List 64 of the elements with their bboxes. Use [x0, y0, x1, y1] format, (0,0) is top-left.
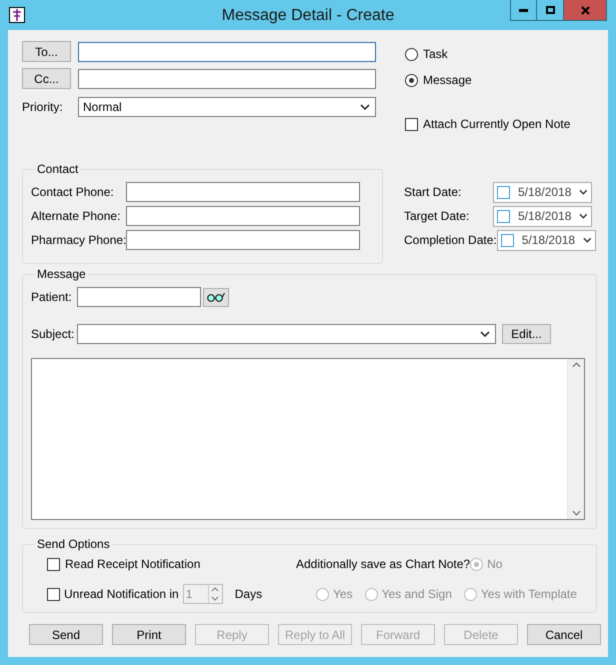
date-value: 5/18/2018: [518, 209, 572, 223]
priority-label: Priority:: [22, 100, 64, 114]
close-button[interactable]: [564, 0, 607, 21]
chart-note-question: Additionally save as Chart Note?: [296, 557, 470, 571]
chart-note-option-label: Yes with Template: [480, 587, 577, 601]
date-value: 5/18/2018: [518, 185, 572, 199]
close-icon: [580, 6, 590, 14]
date-picker[interactable]: 5/18/2018: [493, 206, 592, 226]
patient-lookup-button[interactable]: [203, 288, 229, 306]
maximize-icon: [546, 6, 554, 14]
minimize-button[interactable]: [510, 0, 537, 21]
phone-field[interactable]: [126, 230, 360, 250]
attach-note-label: Attach Currently Open Note: [423, 117, 570, 131]
action-button[interactable]: Print: [112, 624, 186, 645]
action-button[interactable]: Send: [29, 624, 103, 645]
send-options-title: Send Options: [36, 537, 111, 551]
message-body-field[interactable]: [31, 358, 585, 520]
date-picker[interactable]: 5/18/2018: [496, 230, 596, 250]
type-label: Message: [423, 73, 472, 87]
scroll-up-icon[interactable]: [572, 362, 580, 368]
edit-button[interactable]: Edit...: [502, 324, 551, 344]
read-receipt-label: Read Receipt Notification: [65, 557, 200, 571]
recipient-field[interactable]: [78, 68, 376, 88]
attach-note-checkbox[interactable]: [405, 118, 418, 130]
date-picker[interactable]: 5/18/2018: [493, 182, 592, 202]
phone-label: Alternate Phone:: [31, 209, 122, 223]
subject-dropdown[interactable]: [77, 324, 496, 344]
phone-field[interactable]: [126, 206, 360, 226]
app-icon: [9, 7, 25, 23]
maximize-button[interactable]: [537, 0, 564, 21]
recipient-button[interactable]: To...: [22, 41, 71, 62]
date-checkbox[interactable]: [497, 186, 510, 198]
chart-note-option-label: Yes: [333, 587, 353, 601]
patient-field[interactable]: [77, 287, 201, 307]
unread-notification-label: Unread Notification in: [64, 587, 179, 601]
glasses-icon: [206, 292, 226, 302]
date-value: 5/18/2018: [522, 233, 576, 247]
priority-dropdown[interactable]: Normal: [78, 97, 376, 117]
subject-label: Subject:: [31, 327, 76, 341]
date-label: Start Date:: [404, 185, 462, 199]
recipient-field[interactable]: [78, 42, 376, 62]
date-label: Completion Date:: [404, 233, 497, 247]
date-label: Target Date:: [404, 209, 470, 223]
read-receipt-checkbox[interactable]: [47, 558, 60, 570]
chart-note-option-label: Yes and Sign: [382, 587, 452, 601]
type-radio[interactable]: [405, 48, 418, 60]
patient-label: Patient:: [31, 290, 73, 304]
window-title: Message Detail - Create: [222, 7, 394, 25]
phone-label: Contact Phone:: [31, 185, 115, 199]
contact-group-title: Contact: [36, 162, 80, 176]
chart-note-option-label: No: [487, 557, 502, 571]
scrollbar[interactable]: [567, 359, 584, 519]
message-group-title: Message: [36, 267, 87, 281]
action-button[interactable]: Cancel: [527, 624, 601, 645]
recipient-button[interactable]: Cc...: [22, 68, 71, 89]
phone-field[interactable]: [126, 182, 360, 202]
minimize-icon: [519, 8, 528, 12]
days-label: Days: [234, 587, 262, 601]
date-checkbox[interactable]: [497, 210, 510, 222]
type-radio[interactable]: [405, 74, 418, 86]
phone-label: Pharmacy Phone:: [31, 233, 126, 247]
scroll-down-icon[interactable]: [572, 510, 580, 516]
type-label: Task: [423, 47, 448, 61]
date-checkbox[interactable]: [500, 234, 514, 246]
